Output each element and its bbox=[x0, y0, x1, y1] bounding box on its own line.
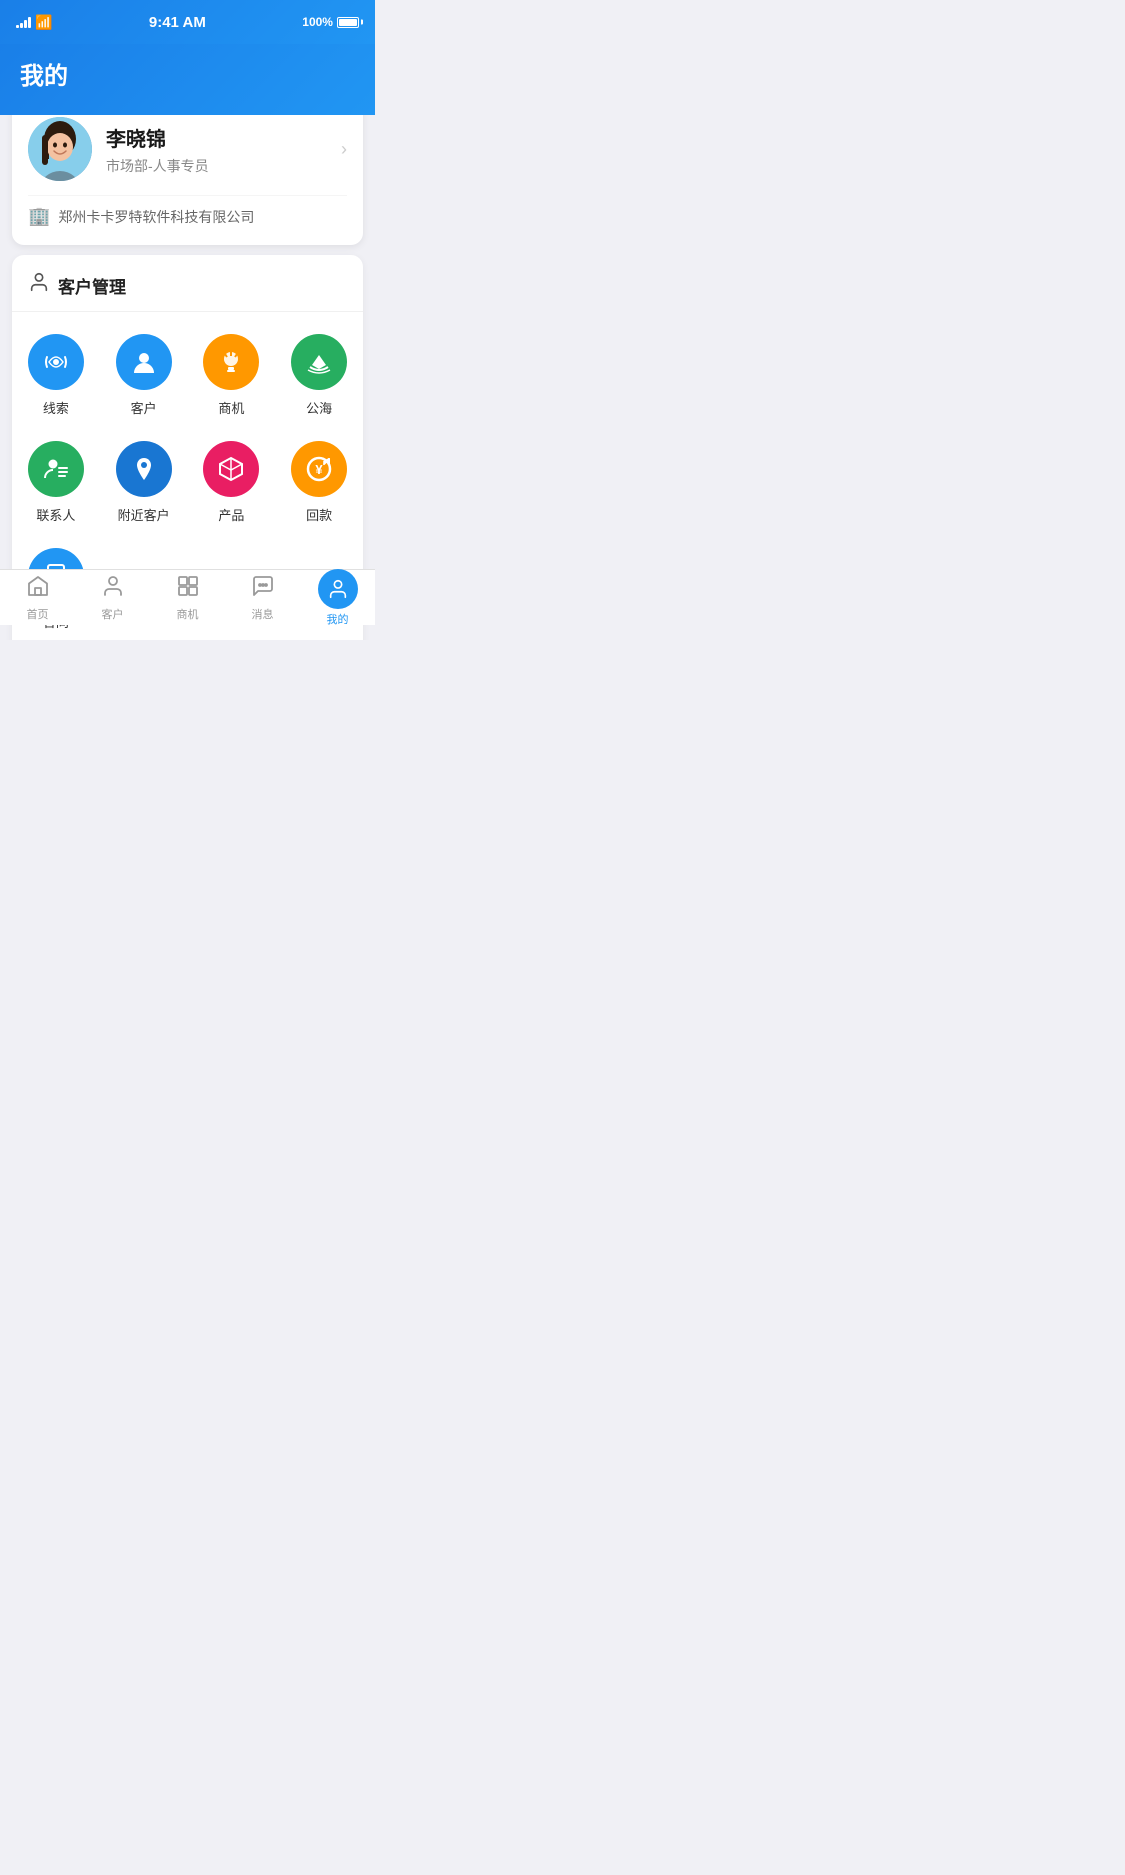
nav-item-home[interactable]: 首页 bbox=[0, 568, 75, 628]
product-icon bbox=[203, 441, 259, 497]
customer-management-icon bbox=[28, 271, 50, 299]
profile-name: 李晓锦 bbox=[106, 123, 341, 152]
profile-top: 李晓锦 市场部-人事专员 › bbox=[28, 117, 347, 181]
grid-item-product[interactable]: 产品 bbox=[188, 429, 276, 536]
nav-item-opportunity[interactable]: 商机 bbox=[150, 568, 225, 628]
nav-message-icon bbox=[251, 574, 275, 604]
public-sea-icon bbox=[291, 334, 347, 390]
nav-item-message[interactable]: 消息 bbox=[225, 568, 300, 628]
scroll-container: 李晓锦 市场部-人事专员 › 🏢 郑州卡卡罗特软件科技有限公司 客户管理 bbox=[0, 115, 375, 640]
nav-label-message: 消息 bbox=[252, 606, 274, 622]
nav-label-mine: 我的 bbox=[327, 611, 349, 627]
opportunity-label: 商机 bbox=[218, 398, 244, 417]
status-bar: 📶 9:41 AM 100% bbox=[0, 0, 375, 44]
home-icon bbox=[26, 574, 50, 604]
grid-item-clue[interactable]: 线索 bbox=[12, 322, 100, 429]
clue-label: 线索 bbox=[43, 398, 69, 417]
status-right: 100% bbox=[302, 15, 359, 29]
grid-item-opportunity[interactable]: 商机 bbox=[188, 322, 276, 429]
nav-label-home: 首页 bbox=[27, 606, 49, 622]
nav-opportunity-icon bbox=[176, 574, 200, 604]
grid-item-payment[interactable]: ¥ 回款 bbox=[275, 429, 363, 536]
product-label: 产品 bbox=[218, 505, 244, 524]
contact-icon bbox=[28, 441, 84, 497]
profile-chevron-icon[interactable]: › bbox=[341, 139, 347, 160]
page-title: 我的 bbox=[20, 56, 355, 91]
profile-role: 市场部-人事专员 bbox=[106, 156, 341, 176]
grid-item-nearby[interactable]: 附近客户 bbox=[100, 429, 188, 536]
wifi-icon: 📶 bbox=[35, 14, 52, 31]
grid-item-public-sea[interactable]: 公海 bbox=[275, 322, 363, 429]
svg-text:¥: ¥ bbox=[316, 462, 324, 477]
customer-management-title: 客户管理 bbox=[58, 273, 126, 298]
battery-percent: 100% bbox=[302, 15, 333, 29]
grid-item-contact[interactable]: 联系人 bbox=[12, 429, 100, 536]
nav-customer-icon bbox=[101, 574, 125, 604]
building-icon: 🏢 bbox=[28, 206, 50, 227]
customer-label: 客户 bbox=[131, 398, 157, 417]
payment-label: 回款 bbox=[306, 505, 332, 524]
status-left: 📶 bbox=[16, 14, 52, 31]
opportunity-icon bbox=[203, 334, 259, 390]
signal-icon bbox=[16, 16, 31, 28]
bottom-nav: 首页 客户 商机 bbox=[0, 569, 375, 625]
payment-icon: ¥ bbox=[291, 441, 347, 497]
battery-icon bbox=[337, 17, 359, 28]
section-header-customer: 客户管理 bbox=[12, 271, 363, 312]
nav-item-customer[interactable]: 客户 bbox=[75, 568, 150, 628]
grid-item-customer[interactable]: 客户 bbox=[100, 322, 188, 429]
status-time: 9:41 AM bbox=[149, 14, 206, 31]
nav-label-opportunity: 商机 bbox=[177, 606, 199, 622]
nav-item-mine[interactable]: 我的 bbox=[300, 563, 375, 633]
profile-company: 🏢 郑州卡卡罗特软件科技有限公司 bbox=[28, 195, 347, 227]
profile-card: 李晓锦 市场部-人事专员 › 🏢 郑州卡卡罗特软件科技有限公司 bbox=[12, 115, 363, 245]
clue-icon bbox=[28, 334, 84, 390]
customer-icon bbox=[116, 334, 172, 390]
nav-label-customer: 客户 bbox=[102, 606, 124, 622]
nearby-label: 附近客户 bbox=[118, 505, 170, 524]
nearby-icon bbox=[116, 441, 172, 497]
company-name: 郑州卡卡罗特软件科技有限公司 bbox=[58, 207, 254, 227]
header: 我的 bbox=[0, 44, 375, 115]
nav-mine-circle bbox=[318, 569, 358, 609]
profile-info: 李晓锦 市场部-人事专员 bbox=[106, 123, 341, 176]
contact-label: 联系人 bbox=[36, 505, 75, 524]
avatar[interactable] bbox=[28, 117, 92, 181]
public-sea-label: 公海 bbox=[306, 398, 332, 417]
